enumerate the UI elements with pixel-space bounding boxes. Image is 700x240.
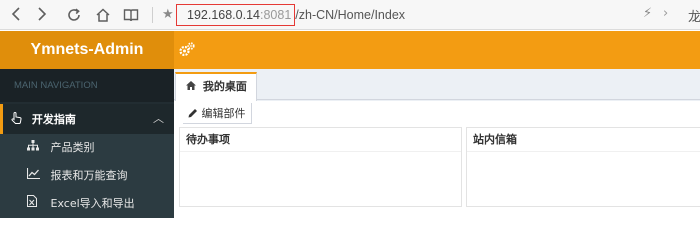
address-divider <box>152 7 153 23</box>
inbox-box: 站内信箱 <box>466 127 700 207</box>
home-icon <box>186 80 200 93</box>
hand-pointer-icon <box>11 111 26 126</box>
sidebar-menu-label: 开发指南 <box>31 113 76 126</box>
main-content: 我的桌面 编辑部件 待办事项 站内信箱 <box>174 69 700 207</box>
angle-up-icon: ︿ <box>153 112 164 125</box>
sidebar-item-label: 产品类别 <box>50 141 95 154</box>
brand-logo[interactable]: Ymnets-Admin <box>0 31 174 69</box>
desktop-panel: 编辑部件 待办事项 站内信箱 <box>174 101 700 207</box>
browser-toolbar: ★ 192.168.0.14:8081/zh-CN/Home/Index ⚡ ›… <box>0 0 700 30</box>
home-icon[interactable] <box>93 5 113 25</box>
sidebar: MAIN NAVIGATION 开发指南 ︿ 产品类别 报表和万能查询 Exce… <box>0 69 174 218</box>
todo-box-title: 待办事项 <box>180 128 461 152</box>
chevron-right-icon[interactable]: › <box>663 6 668 21</box>
forward-icon[interactable] <box>32 5 52 25</box>
tab-my-desktop[interactable]: 我的桌面 <box>175 72 257 101</box>
sidebar-item-reports-query[interactable]: 报表和万能查询 <box>0 162 174 190</box>
sidebar-item-product-category[interactable]: 产品类别 <box>0 134 174 162</box>
profile-button[interactable]: 龙 <box>688 6 700 25</box>
pencil-icon <box>188 107 202 120</box>
inbox-box-title: 站内信箱 <box>467 128 700 152</box>
reading-mode-icon[interactable] <box>121 5 141 25</box>
url-host: 192.168.0.14 <box>187 8 260 22</box>
reload-icon[interactable] <box>64 5 84 25</box>
sidebar-item-excel-import-export[interactable]: Excel导入和导出 <box>0 190 174 218</box>
tab-bar: 我的桌面 <box>174 69 700 101</box>
tab-label: 我的桌面 <box>202 80 247 93</box>
url-highlight-box: 192.168.0.14:8081 <box>176 4 296 26</box>
edit-widgets-label: 编辑部件 <box>201 107 246 120</box>
star-icon[interactable]: ★ <box>162 6 174 24</box>
sitemap-icon <box>27 134 41 162</box>
line-chart-icon <box>26 162 41 190</box>
back-icon[interactable] <box>6 5 26 25</box>
sidebar-item-label: Excel导入和导出 <box>50 197 135 210</box>
url-port: :8081 <box>260 8 292 22</box>
cogs-icon[interactable] <box>178 41 196 59</box>
app-header: Ymnets-Admin <box>0 31 700 69</box>
bolt-icon[interactable]: ⚡ <box>643 6 652 21</box>
todo-box: 待办事项 <box>179 127 462 207</box>
url-path: /zh-CN/Home/Index <box>295 8 406 22</box>
edit-widgets-button[interactable]: 编辑部件 <box>183 103 252 124</box>
address-bar[interactable]: 192.168.0.14:8081/zh-CN/Home/Index <box>176 4 405 26</box>
sidebar-item-label: 报表和万能查询 <box>50 169 128 182</box>
sidebar-header: MAIN NAVIGATION <box>0 69 174 102</box>
sidebar-menu-dev-guide[interactable]: 开发指南 ︿ <box>0 104 174 134</box>
file-excel-icon <box>27 190 41 218</box>
